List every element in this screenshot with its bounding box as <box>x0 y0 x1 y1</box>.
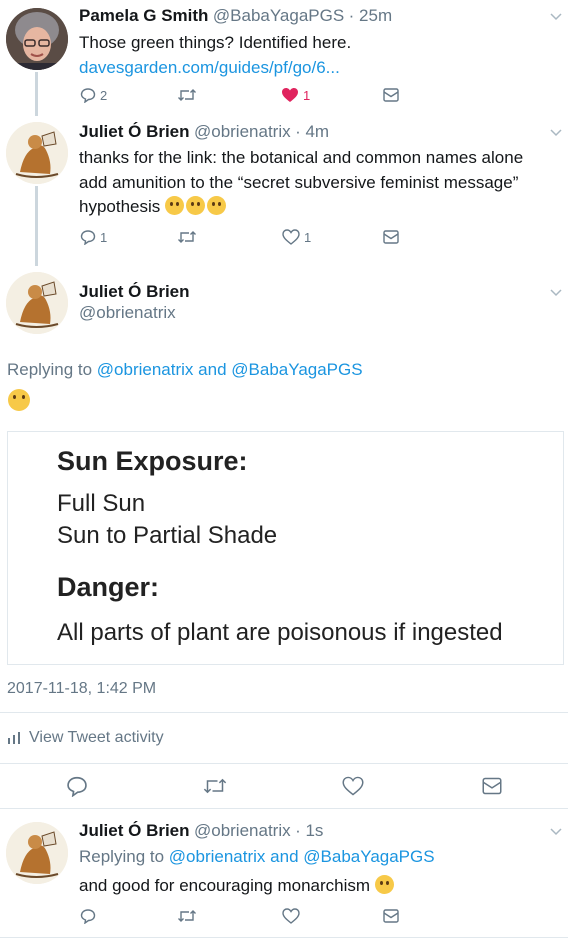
reply-and-text[interactable]: and <box>198 360 226 379</box>
retweet-icon <box>178 910 196 922</box>
tweet-text-line: thanks for the link: the botanical and c… <box>79 148 524 167</box>
card-text: Sun to Partial Shade <box>57 522 278 549</box>
chevron-down-icon[interactable] <box>550 289 562 297</box>
thread-line <box>35 72 38 116</box>
tweet-time[interactable]: · 1s <box>295 821 323 840</box>
tweet-text-line: hypothesis <box>79 197 161 216</box>
heart-icon <box>342 776 364 796</box>
retweet-button[interactable] <box>202 776 228 796</box>
reply-button[interactable] <box>80 908 96 924</box>
reply-icon <box>80 88 96 103</box>
reply-button[interactable]: 2 <box>80 87 107 103</box>
author-handle[interactable]: @BabaYagaPGS <box>213 6 344 25</box>
activity-label: View Tweet activity <box>29 729 164 746</box>
like-count: 1 <box>304 229 312 245</box>
replying-prefix: Replying to <box>79 847 165 866</box>
divider <box>0 808 568 809</box>
reply-mention-link[interactable]: @obrienatrix <box>169 847 266 866</box>
heart-filled-icon <box>282 88 298 102</box>
card-heading: Danger: <box>57 572 160 602</box>
like-button[interactable] <box>342 776 364 796</box>
chevron-down-icon[interactable] <box>550 828 562 836</box>
reply-and-text[interactable]: and <box>270 847 298 866</box>
divider <box>0 763 568 764</box>
tweet-text: and good for encouraging monarchism <box>79 876 371 895</box>
tweet-text-line: add amunition to the “secret subversive … <box>79 173 519 192</box>
retweet-icon <box>178 89 196 101</box>
tweet-timestamp[interactable]: 2017-11-18, 1:42 PM <box>7 680 156 698</box>
like-button[interactable]: 1 <box>282 229 311 245</box>
reply-icon <box>67 776 87 797</box>
reply-button[interactable]: 1 <box>80 229 107 245</box>
hugging-face-emoji <box>207 196 227 215</box>
zipper-mouth-emoji <box>165 196 185 215</box>
reply-icon <box>80 230 96 245</box>
reply-mention-link[interactable]: @BabaYagaPGS <box>303 847 434 866</box>
tweet-time[interactable]: · 25m <box>349 6 392 25</box>
avatar-illustration <box>6 272 68 334</box>
divider <box>0 937 568 938</box>
replying-to: Replying to @obrienatrix and @BabaYagaPG… <box>7 357 363 382</box>
direct-message-button[interactable] <box>383 88 399 102</box>
heart-icon <box>282 908 300 924</box>
author-name[interactable]: Juliet Ó Brien <box>79 821 190 840</box>
author-name[interactable]: Juliet Ó Brien <box>79 122 190 141</box>
reply-icon <box>80 909 96 924</box>
retweet-button[interactable] <box>177 908 197 924</box>
reply-count: 1 <box>100 229 108 245</box>
author-handle[interactable]: @obrienatrix <box>194 821 291 840</box>
author-name[interactable]: Pamela G Smith <box>79 6 208 25</box>
zipper-mouth-emoji <box>186 196 206 215</box>
direct-message-button[interactable] <box>383 909 399 923</box>
bar-chart-icon <box>8 732 20 744</box>
author-handle[interactable]: @obrienatrix <box>194 122 291 141</box>
direct-message-button[interactable] <box>383 230 399 244</box>
divider <box>0 712 568 713</box>
tweet-link[interactable]: davesgarden.com/guides/pf/go/6... <box>79 55 340 80</box>
chevron-down-icon[interactable] <box>550 13 562 21</box>
retweet-button[interactable] <box>177 87 197 103</box>
thinking-face-icon <box>8 389 30 411</box>
reply-mention-link[interactable]: @obrienatrix <box>97 360 194 379</box>
envelope-icon <box>383 88 399 102</box>
like-button[interactable]: 1 <box>281 87 310 103</box>
thread-line <box>35 186 38 266</box>
reply-button[interactable] <box>66 775 88 797</box>
avatar[interactable] <box>6 8 68 70</box>
replying-prefix: Replying to <box>7 360 93 379</box>
envelope-icon <box>482 777 502 795</box>
retweet-icon <box>203 778 227 794</box>
avatar[interactable] <box>6 122 68 184</box>
like-button[interactable] <box>282 908 300 924</box>
replying-to: Replying to @obrienatrix and @BabaYagaPG… <box>79 844 435 869</box>
heart-icon <box>282 229 300 245</box>
avatar-photo <box>6 8 68 70</box>
chevron-down-icon[interactable] <box>550 129 562 137</box>
author-handle[interactable]: @obrienatrix <box>79 303 176 323</box>
envelope-icon <box>383 909 399 923</box>
card-text: Full Sun <box>57 490 146 517</box>
card-heading: Sun Exposure: <box>57 446 248 476</box>
reply-count: 2 <box>100 87 108 103</box>
face-with-monocle-emoji <box>374 875 394 894</box>
view-activity-link[interactable]: View Tweet activity <box>7 729 164 747</box>
tweet-time[interactable]: · 4m <box>295 122 329 141</box>
like-count: 1 <box>303 87 311 103</box>
tweet-text: Those green things? Identified here. <box>79 33 352 52</box>
avatar[interactable] <box>6 822 68 884</box>
avatar-illustration <box>6 822 68 884</box>
thinking-face-emoji <box>8 389 32 413</box>
image-card[interactable]: Sun Exposure: Full Sun Sun to Partial Sh… <box>7 431 564 665</box>
card-text: All parts of plant are poisonous if inge… <box>57 619 503 646</box>
avatar-illustration <box>6 122 68 184</box>
reply-mention-link[interactable]: @BabaYagaPGS <box>231 360 362 379</box>
envelope-icon <box>383 230 399 244</box>
retweet-icon <box>178 231 196 243</box>
author-name[interactable]: Juliet Ó Brien <box>79 282 190 302</box>
direct-message-button[interactable] <box>482 777 502 795</box>
retweet-button[interactable] <box>177 229 197 245</box>
avatar[interactable] <box>6 272 68 334</box>
